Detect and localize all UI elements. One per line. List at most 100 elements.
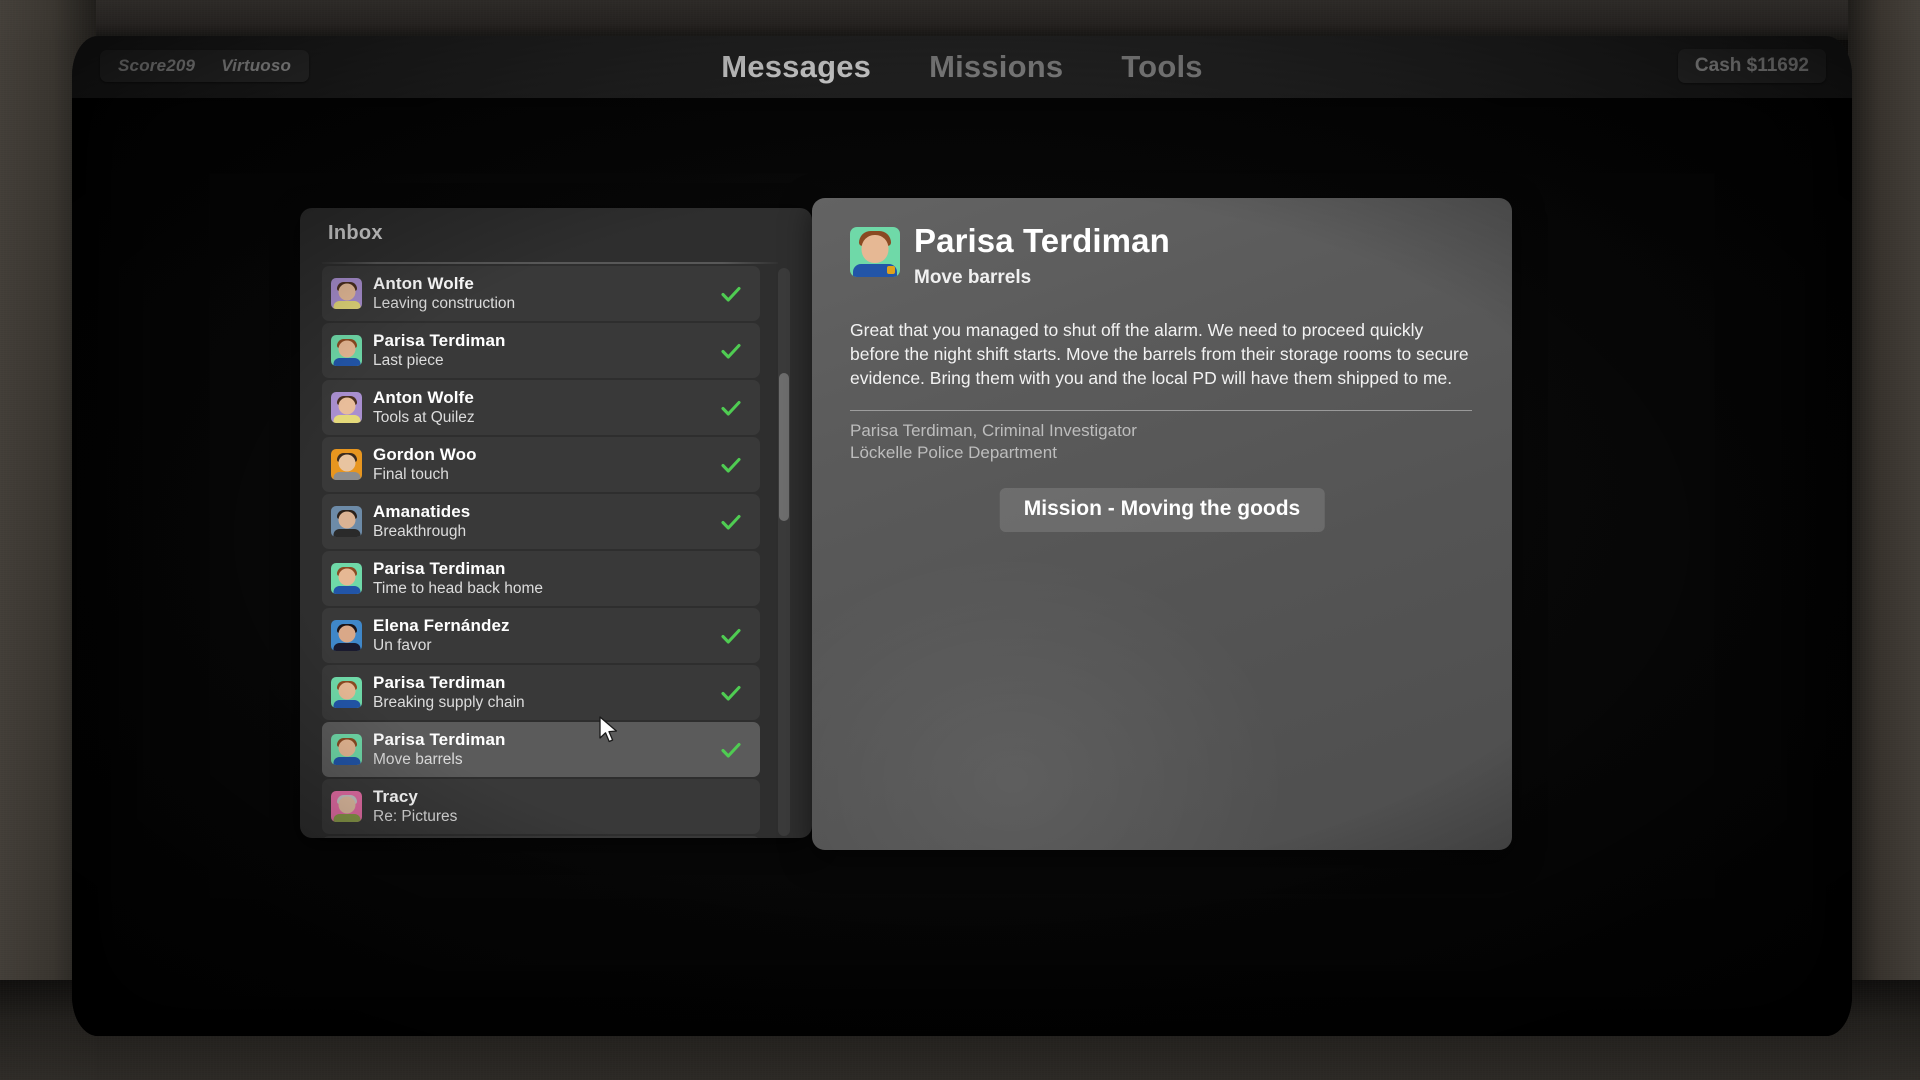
message-item-sender: Parisa Terdiman bbox=[373, 559, 506, 579]
top-bar: Score209 Virtuoso Messages Missions Tool… bbox=[72, 36, 1852, 98]
message-list-item[interactable]: Elena Fernández Un favor bbox=[322, 608, 760, 663]
avatar bbox=[331, 278, 362, 309]
signature-organization: Löckelle Police Department bbox=[850, 443, 1057, 463]
message-subject: Move barrels bbox=[914, 266, 1032, 288]
message-item-text: Parisa Terdiman Move barrels bbox=[373, 730, 506, 768]
inbox-message-list[interactable]: Anton Wolfe Leaving construction Parisa Te… bbox=[322, 266, 760, 838]
read-check-icon bbox=[720, 397, 742, 419]
message-list-item[interactable]: Parisa Terdiman Move barrels bbox=[322, 722, 760, 777]
tab-tools[interactable]: Tools bbox=[1121, 49, 1202, 85]
message-item-text: Anton Wolfe Leaving construction bbox=[373, 274, 515, 312]
message-item-sender: Anton Wolfe bbox=[373, 274, 474, 294]
avatar-body bbox=[333, 358, 360, 366]
message-item-sender: Gordon Woo bbox=[373, 445, 477, 465]
message-item-sender: Elena Fernández bbox=[373, 616, 510, 636]
message-item-subject: Un favor bbox=[373, 637, 432, 655]
message-item-text: Parisa Terdiman Last piece bbox=[373, 331, 506, 369]
avatar-body bbox=[333, 814, 360, 822]
inbox-divider bbox=[322, 262, 778, 264]
message-list-item[interactable]: Parisa Terdiman Last piece bbox=[322, 323, 760, 378]
signature-divider bbox=[850, 410, 1472, 411]
avatar bbox=[331, 449, 362, 480]
message-item-subject: Leaving construction bbox=[373, 295, 516, 313]
message-item-subject: Tools at Quilez bbox=[373, 409, 475, 427]
message-item-subject: Move barrels bbox=[373, 751, 463, 769]
message-item-sender: Anton Wolfe bbox=[373, 388, 474, 408]
avatar-body bbox=[333, 301, 360, 309]
avatar-body bbox=[333, 472, 360, 480]
avatar-face bbox=[338, 625, 355, 643]
inbox-title: Inbox bbox=[328, 222, 383, 244]
message-detail-panel: Parisa Terdiman Move barrels Great that … bbox=[812, 198, 1512, 850]
message-item-subject: Final touch bbox=[373, 466, 449, 484]
police-badge-icon bbox=[887, 266, 895, 274]
room-background: Score209 Virtuoso Messages Missions Tool… bbox=[0, 0, 1920, 1080]
signature-name-title: Parisa Terdiman, Criminal Investigator bbox=[850, 421, 1137, 440]
message-item-text: Tracy Re: Pictures bbox=[373, 787, 457, 825]
read-check-icon bbox=[720, 625, 742, 647]
message-list-item[interactable]: Parisa Terdiman Time to head back home bbox=[322, 551, 760, 606]
message-item-subject: Breakthrough bbox=[373, 523, 467, 541]
message-detail-names: Parisa Terdiman Move barrels bbox=[914, 224, 1170, 289]
message-item-text: Gordon Woo Final touch bbox=[373, 445, 477, 483]
message-body-text: Great that you managed to shut off the a… bbox=[850, 320, 1469, 389]
avatar-face bbox=[338, 511, 355, 529]
message-list-item[interactable]: Tracy Re: Pictures bbox=[322, 779, 760, 834]
message-item-sender: Parisa Terdiman bbox=[373, 673, 506, 693]
message-item-text: Parisa Terdiman Breaking supply chain bbox=[373, 673, 525, 711]
read-check-icon bbox=[720, 739, 742, 761]
avatar bbox=[331, 392, 362, 423]
message-item-sender: Amanatides bbox=[373, 502, 471, 522]
inbox-scrollbar-track[interactable] bbox=[778, 268, 790, 836]
message-list-item[interactable]: Parisa TerdimanDisable alarm system bbox=[322, 836, 760, 838]
mission-button[interactable]: Mission - Moving the goods bbox=[999, 488, 1325, 532]
avatar-face bbox=[338, 340, 355, 358]
avatar-body bbox=[333, 757, 360, 765]
message-list-item[interactable]: Amanatides Breakthrough bbox=[322, 494, 760, 549]
message-item-subject: Breaking supply chain bbox=[373, 694, 525, 712]
message-list-item[interactable]: Parisa Terdiman Breaking supply chain bbox=[322, 665, 760, 720]
avatar bbox=[331, 335, 362, 366]
avatar-face bbox=[338, 682, 355, 700]
avatar-face bbox=[338, 739, 355, 757]
inbox-scrollbar-thumb[interactable] bbox=[779, 373, 789, 521]
avatar-face bbox=[338, 454, 355, 472]
avatar-body bbox=[333, 415, 360, 423]
read-check-icon bbox=[720, 454, 742, 476]
avatar-body bbox=[333, 643, 360, 651]
message-list-item[interactable]: Anton Wolfe Leaving construction bbox=[322, 266, 760, 321]
avatar-face bbox=[338, 568, 355, 586]
avatar bbox=[331, 791, 362, 822]
app-content: Inbox Anton Wolfe Leaving construction Par… bbox=[72, 98, 1852, 1036]
message-item-subject: Last piece bbox=[373, 352, 444, 370]
avatar-face bbox=[338, 283, 355, 301]
avatar-body bbox=[333, 529, 360, 537]
right-wall bbox=[1848, 0, 1920, 1080]
message-detail-header: Parisa Terdiman Move barrels bbox=[850, 224, 1170, 289]
avatar bbox=[331, 563, 362, 594]
avatar-body bbox=[333, 700, 360, 708]
message-item-text: Amanatides Breakthrough bbox=[373, 502, 470, 540]
tab-messages[interactable]: Messages bbox=[721, 49, 871, 85]
message-sender-name: Parisa Terdiman bbox=[914, 222, 1170, 259]
message-list-item[interactable]: Anton Wolfe Tools at Quilez bbox=[322, 380, 760, 435]
message-item-subject: Time to head back home bbox=[373, 580, 544, 598]
nav-tabs: Messages Missions Tools bbox=[72, 36, 1852, 98]
message-item-sender: Tracy bbox=[373, 787, 418, 807]
ceiling bbox=[0, 0, 1920, 40]
panel-glow bbox=[812, 550, 1292, 850]
inbox-panel: Inbox Anton Wolfe Leaving construction Par… bbox=[300, 208, 812, 838]
read-check-icon bbox=[720, 340, 742, 362]
message-item-subject: Re: Pictures bbox=[373, 808, 458, 826]
message-item-text: Elena Fernández Un favor bbox=[373, 616, 510, 654]
avatar bbox=[331, 734, 362, 765]
cash-badge: Cash $11692 bbox=[1677, 49, 1826, 83]
read-check-icon bbox=[720, 511, 742, 533]
tab-missions[interactable]: Missions bbox=[929, 49, 1063, 85]
avatar bbox=[331, 677, 362, 708]
message-list-item[interactable]: Gordon Woo Final touch bbox=[322, 437, 760, 492]
avatar bbox=[850, 227, 900, 277]
message-item-sender: Parisa Terdiman bbox=[373, 331, 506, 351]
avatar-body bbox=[333, 586, 360, 594]
avatar bbox=[331, 620, 362, 651]
